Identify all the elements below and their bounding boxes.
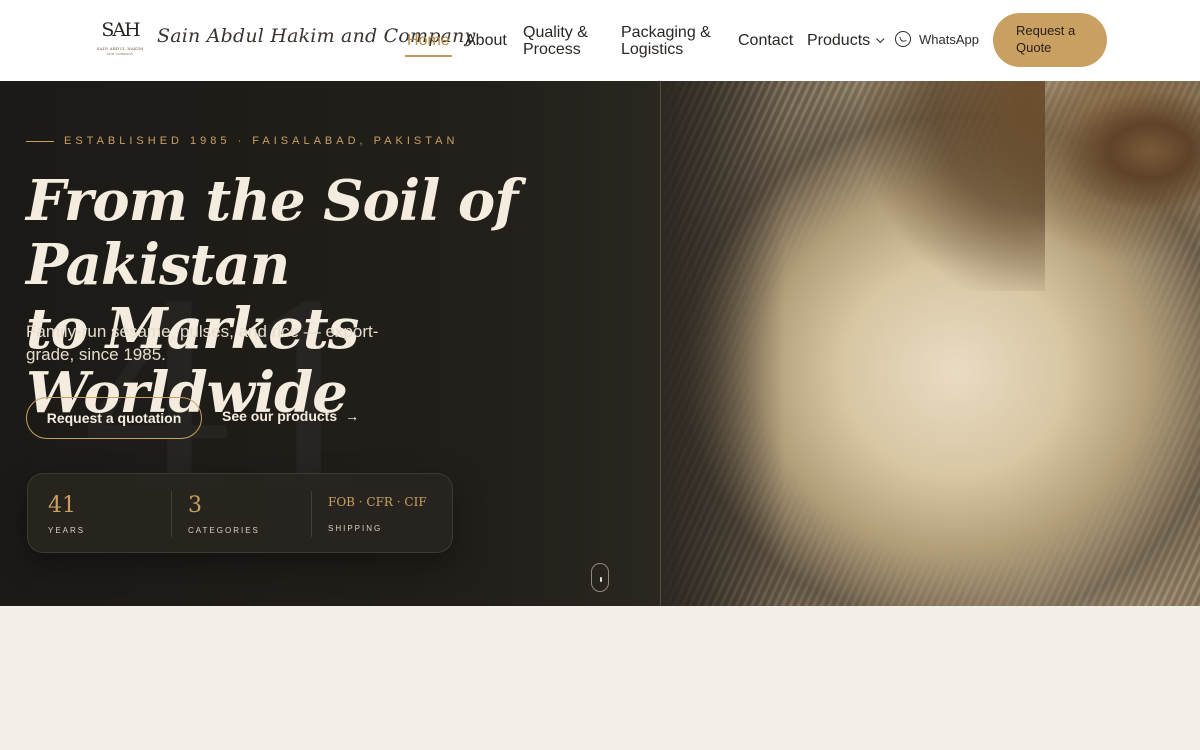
see-products-label: See our products — [222, 408, 338, 424]
whatsapp-label: WhatsApp — [919, 31, 979, 47]
stat-value: FOB · CFR · CIF — [328, 495, 427, 509]
hero-eyebrow: ESTABLISHED 1985 · FAISALABAD, PAKISTAN — [26, 135, 458, 147]
stat-label: SHIPPING — [328, 524, 383, 533]
arrow-right-icon: → — [345, 408, 360, 424]
logo-tagline: SAIN ABDUL HAKIM — [96, 46, 144, 51]
stat-categories: 3 CATEGORIES — [188, 492, 260, 535]
headline-line-1: From the Soil of Pakistan — [26, 168, 518, 298]
stats-card: 41 YEARS 3 CATEGORIES FOB · CFR · CIF SH… — [27, 473, 453, 553]
stat-value: 41 — [48, 493, 76, 518]
stat-label: CATEGORIES — [188, 526, 260, 535]
nav-packaging-logistics[interactable]: Packaging & Logistics — [621, 0, 711, 81]
nav-about[interactable]: About — [465, 0, 507, 81]
stat-value: 3 — [188, 493, 202, 518]
nav-quality-process[interactable]: Quality & Process — [523, 0, 603, 81]
request-quote-button[interactable]: Request a Quote — [993, 13, 1107, 67]
stat-divider — [171, 491, 172, 537]
site-header: SAH SAIN ABDUL HAKIM AND COMPANY Sain Ab… — [0, 0, 1200, 81]
nav-contact[interactable]: Contact — [738, 0, 793, 81]
hero-section: 41 ESTABLISHED 1985 · FAISALABAD, PAKIST… — [0, 81, 1200, 606]
nav-products-label: Products — [807, 32, 871, 49]
stat-shipping: FOB · CFR · CIF SHIPPING — [328, 492, 427, 533]
logo-tagline-2: AND COMPANY — [106, 52, 134, 56]
nav-home[interactable]: Home — [405, 0, 452, 81]
eyebrow-text: ESTABLISHED 1985 · FAISALABAD, PAKISTAN — [64, 135, 459, 147]
scroll-indicator[interactable] — [591, 563, 609, 592]
logo[interactable]: SAH SAIN ABDUL HAKIM AND COMPANY — [96, 19, 144, 59]
request-quotation-button[interactable]: Request a quotation — [26, 397, 202, 439]
hero-divider — [660, 81, 661, 606]
whatsapp-link[interactable]: WhatsApp — [895, 31, 979, 47]
eyebrow-line — [26, 140, 54, 142]
next-section — [0, 606, 1200, 750]
nav-products[interactable]: Products — [807, 0, 885, 81]
whatsapp-icon — [895, 31, 911, 47]
hero-subtitle: Family-run sesame, pulses, and rice — ex… — [26, 322, 379, 364]
stat-label: YEARS — [48, 526, 86, 535]
hero-headline: From the Soil of Pakistan to Markets Wor… — [26, 169, 626, 425]
see-products-link[interactable]: See our products → — [222, 408, 359, 424]
stat-years: 41 YEARS — [48, 492, 85, 535]
stat-divider — [311, 491, 312, 537]
logo-monogram: SAH — [101, 19, 140, 41]
rice-sack-image — [655, 81, 1200, 606]
chevron-down-icon — [876, 34, 885, 43]
